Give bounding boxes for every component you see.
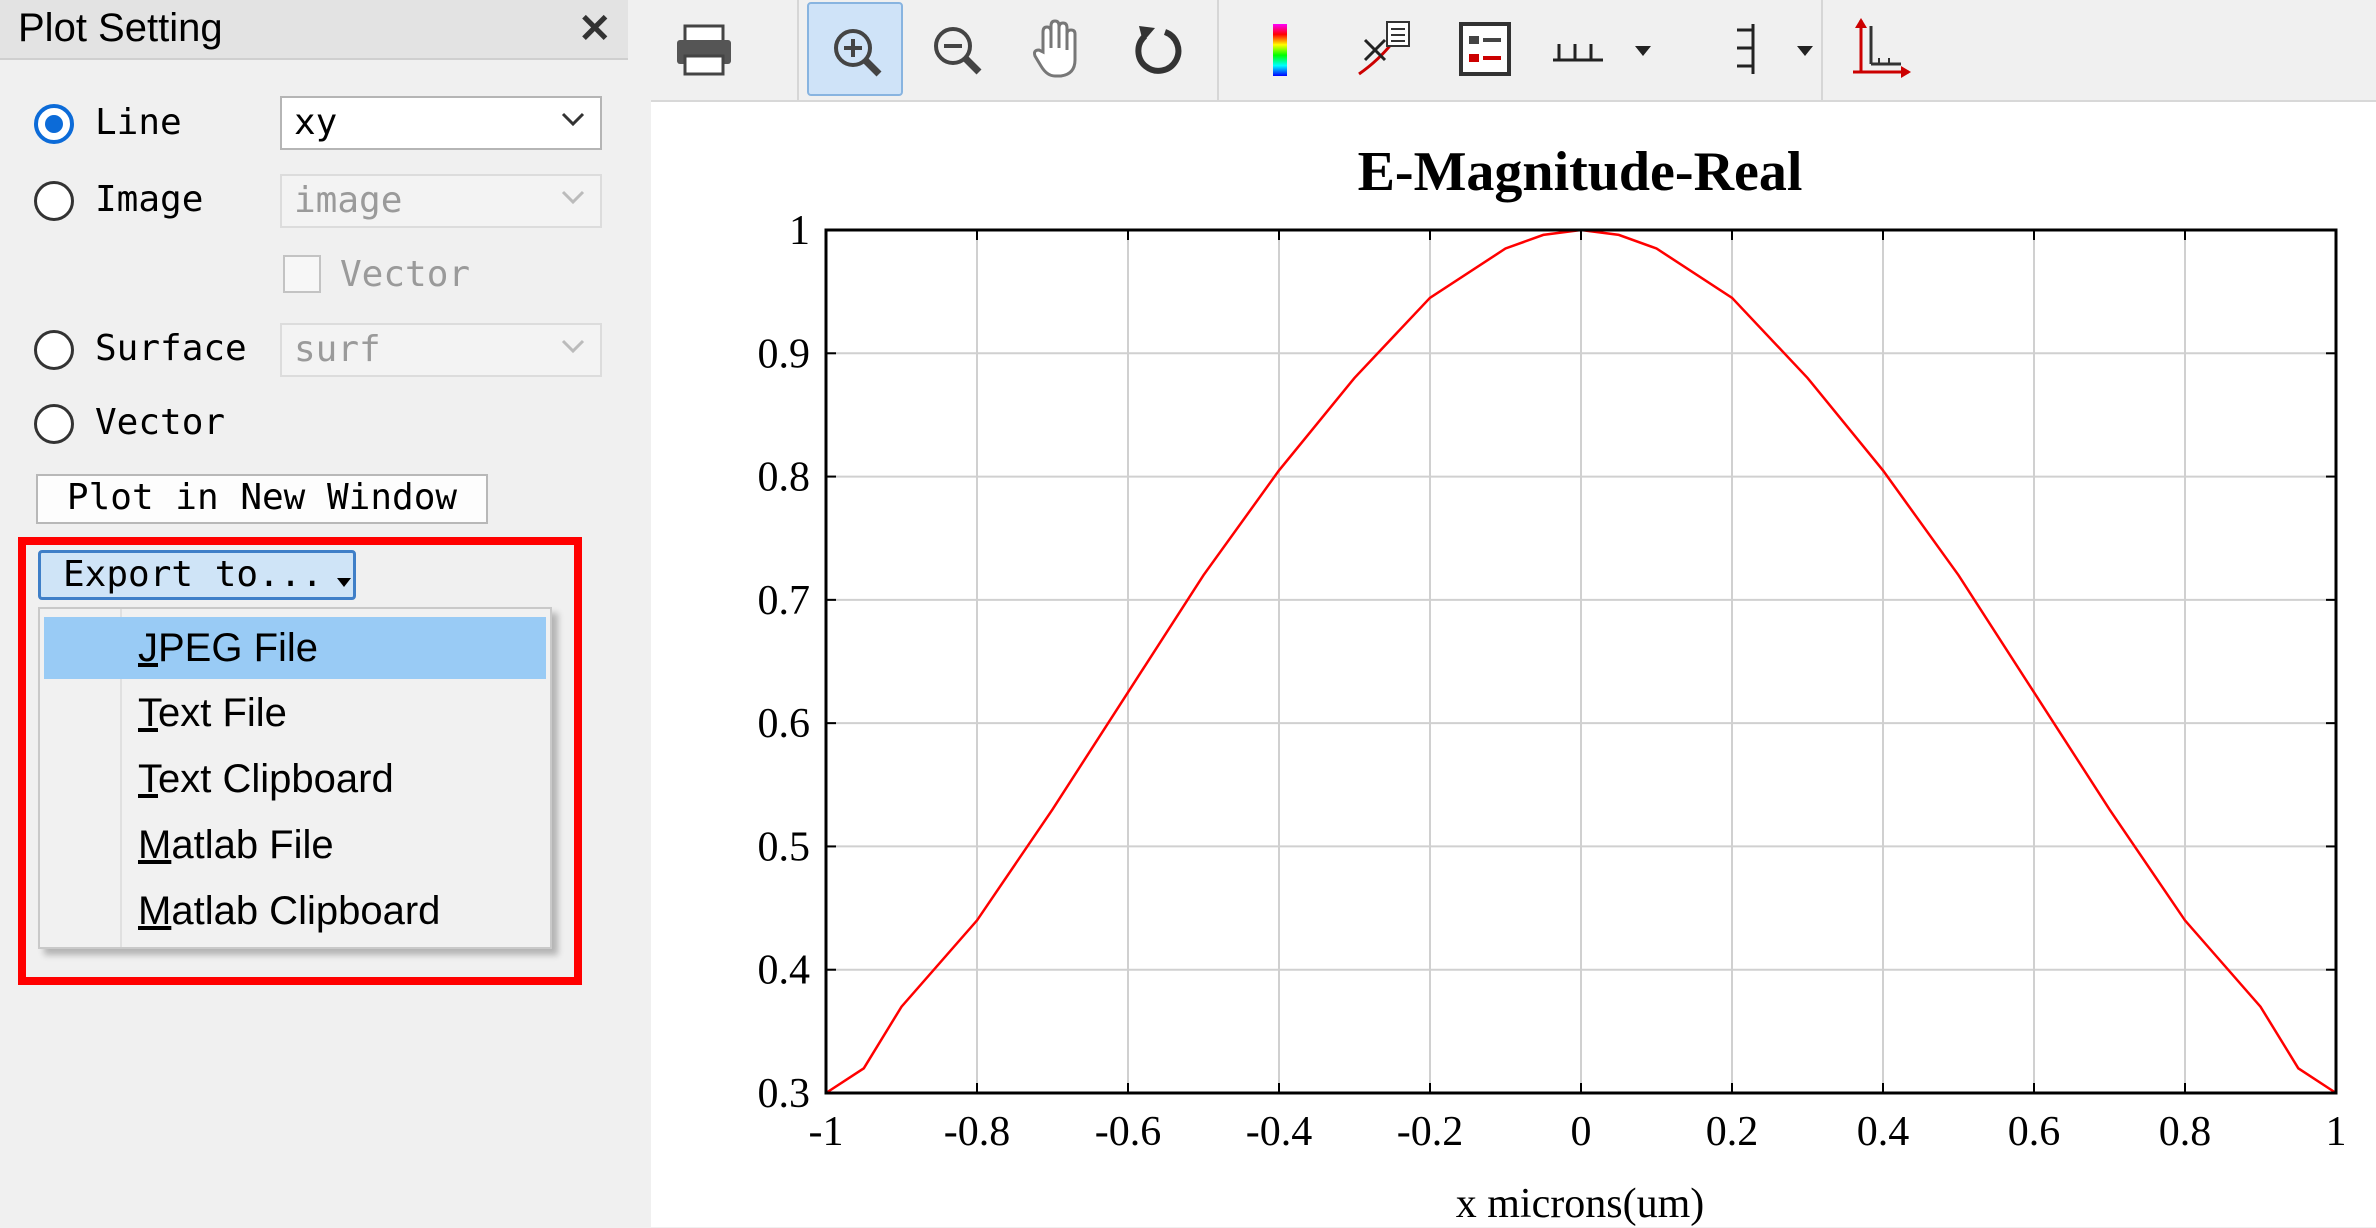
plot-area[interactable] <box>651 100 2376 1227</box>
pan-hand-icon <box>1033 19 1077 78</box>
chart-title: E-Magnitude-Real <box>1357 141 1803 203</box>
menu-mnemonic: M <box>138 889 172 933</box>
export-menu: JPEG File Text File Text Clipboard Matla… <box>38 607 552 949</box>
surface-type-value: surf <box>294 329 381 370</box>
chevron-down-icon <box>561 190 585 205</box>
plot-toolbar <box>645 0 2376 100</box>
pan-button[interactable] <box>1009 2 1105 96</box>
zoom-in-button[interactable] <box>807 2 903 96</box>
menu-mnemonic: T <box>138 757 158 801</box>
vector-checkbox-label: Vector <box>340 254 471 295</box>
plot-in-new-window-button[interactable]: Plot in New Window <box>36 474 488 524</box>
menu-item-jpeg-file[interactable]: JPEG File <box>44 617 546 679</box>
toolbar-separator <box>1821 0 1823 100</box>
line-type-select[interactable]: xy <box>280 96 602 150</box>
vector-checkbox <box>283 255 321 293</box>
x-axis-label: x microns(um) <box>1455 1181 1705 1227</box>
menu-mnemonic: M <box>138 823 172 867</box>
menu-item-text-file[interactable]: Text File <box>44 682 546 744</box>
image-type-select: image <box>280 174 602 228</box>
panel-title: Plot Setting <box>18 6 223 50</box>
menu-item-text-clipboard[interactable]: Text Clipboard <box>44 748 546 810</box>
line-label: Line <box>95 102 182 143</box>
menu-mnemonic: J <box>138 626 158 670</box>
legend-button[interactable] <box>1437 2 1533 96</box>
reset-icon <box>1135 26 1182 74</box>
menu-item-label: PEG File <box>158 626 319 670</box>
zoom-out-icon <box>934 27 982 75</box>
image-label: Image <box>95 179 204 220</box>
zoom-out-button[interactable] <box>909 2 1005 96</box>
toolbar-separator <box>797 0 799 100</box>
legend-icon <box>1459 22 1511 76</box>
x-ticks-button[interactable] <box>1545 2 1695 96</box>
toolbar-separator <box>1217 0 1219 100</box>
data-cursor-button[interactable] <box>1335 2 1431 96</box>
print-icon <box>677 24 731 76</box>
menu-item-label: ext File <box>158 691 287 735</box>
menu-item-matlab-clipboard[interactable]: Matlab Clipboard <box>44 880 546 942</box>
menu-mnemonic: T <box>138 691 158 735</box>
x-ticks-icon <box>1553 44 1651 62</box>
reset-view-button[interactable] <box>1109 2 1205 96</box>
chevron-down-icon <box>561 112 585 127</box>
colorbar-icon <box>1273 24 1287 76</box>
surface-label: Surface <box>95 328 247 369</box>
print-button[interactable] <box>657 2 753 96</box>
export-to-button[interactable]: Export to... <box>38 550 356 600</box>
chevron-down-icon <box>561 339 585 354</box>
axes-icon <box>1853 18 1911 78</box>
menu-item-label: ext Clipboard <box>158 757 394 801</box>
colorbar-button[interactable] <box>1233 2 1329 96</box>
axes-button[interactable] <box>1831 2 1927 96</box>
surface-radio[interactable] <box>34 330 74 370</box>
menu-item-label: atlab File <box>171 823 334 867</box>
vector-radio[interactable] <box>34 404 74 444</box>
line-type-value: xy <box>294 102 338 143</box>
plot-setting-panel: Plot Setting ✕ Line xy Image image Vecto… <box>0 0 645 1227</box>
data-cursor-icon <box>1358 21 1410 76</box>
dropdown-arrow-icon <box>337 578 351 587</box>
zoom-in-icon <box>834 29 882 77</box>
panel-header: Plot Setting ✕ <box>0 0 628 60</box>
menu-item-label: atlab Clipboard <box>171 889 441 933</box>
image-type-value: image <box>294 180 403 221</box>
image-radio[interactable] <box>34 181 74 221</box>
line-radio[interactable] <box>34 104 74 144</box>
surface-type-select: surf <box>280 323 602 377</box>
menu-item-matlab-file[interactable]: Matlab File <box>44 814 546 876</box>
close-icon[interactable]: ✕ <box>578 6 612 52</box>
vector-label: Vector <box>95 402 226 443</box>
